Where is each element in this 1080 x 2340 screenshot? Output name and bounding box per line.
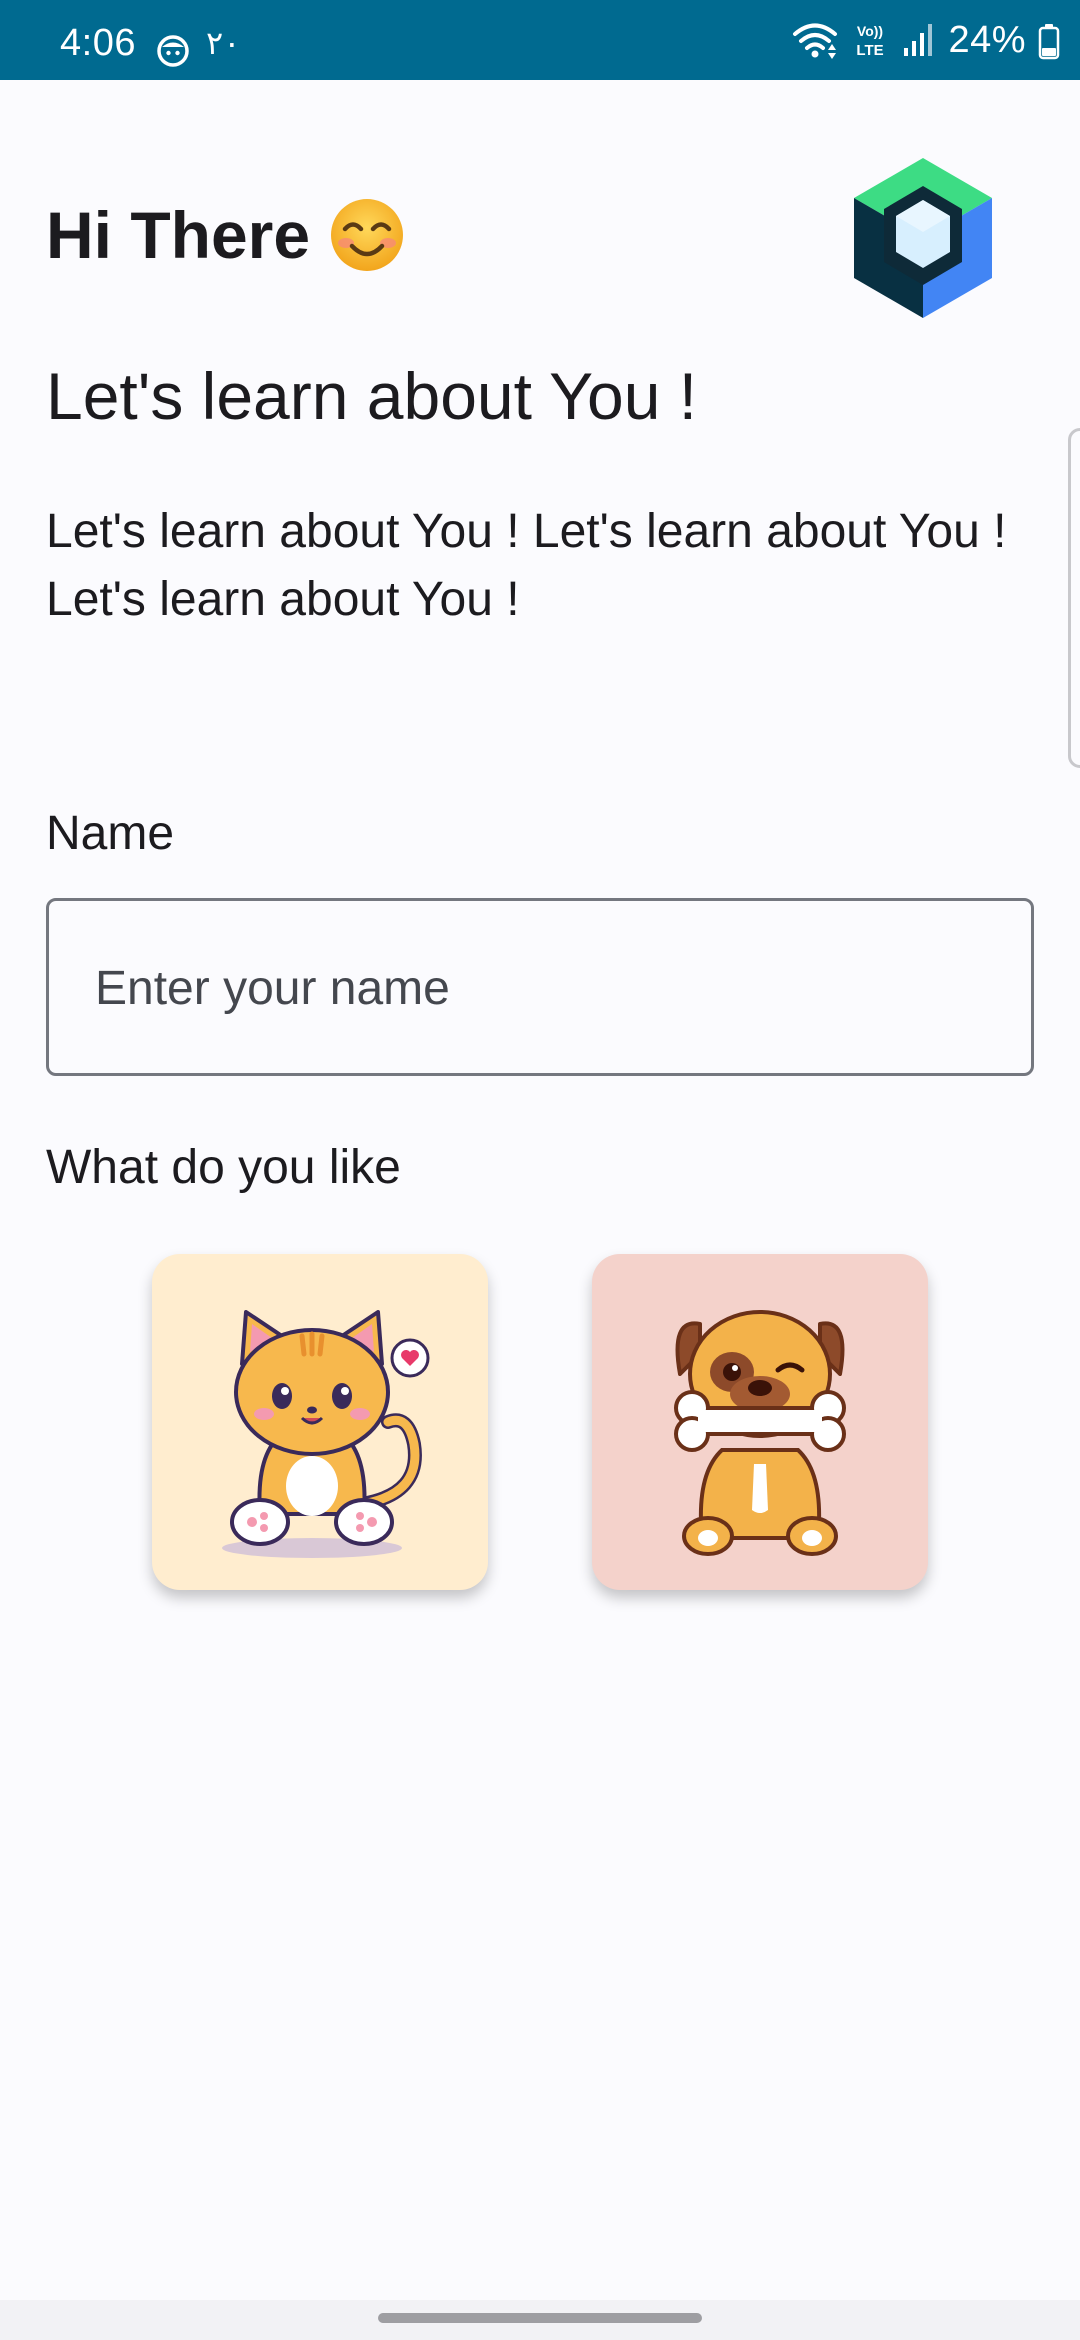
smiling-face-emoji-icon	[331, 199, 404, 271]
battery-percent: 24%	[948, 18, 1026, 61]
notification-face-icon	[157, 35, 189, 67]
cat-option-card[interactable]	[152, 1254, 488, 1590]
greeting-row: Hi There	[46, 196, 406, 274]
home-handle[interactable]	[378, 2313, 702, 2323]
svg-text:LTE: LTE	[857, 42, 884, 59]
name-label: Name	[46, 807, 175, 860]
status-bar: 4:06 ٢٠ Vo)) LTE 24%	[0, 0, 1080, 80]
headline: Let's learn about You !	[46, 359, 698, 433]
name-input[interactable]	[93, 901, 997, 1075]
name-field[interactable]	[46, 898, 1034, 1076]
status-right-group: Vo)) LTE 24%	[792, 18, 1060, 62]
greeting-text: Hi There	[46, 198, 311, 272]
notification-count: ٢٠	[206, 25, 241, 61]
svg-text:Vo)): Vo))	[857, 23, 883, 39]
volte-icon: Vo)) LTE	[857, 23, 884, 59]
status-time: 4:06	[60, 22, 136, 64]
edge-panel-handle[interactable]	[1068, 428, 1080, 768]
dog-option-card[interactable]	[592, 1254, 928, 1590]
dog-icon	[674, 1310, 846, 1556]
body-text: Let's learn about You ! Let's learn abou…	[46, 505, 1007, 626]
cat-icon	[222, 1310, 430, 1558]
compose-logo-icon	[854, 158, 992, 318]
battery-icon	[1038, 24, 1060, 60]
likes-label: What do you like	[46, 1141, 401, 1194]
wifi-icon	[793, 23, 838, 59]
signal-icon	[904, 24, 933, 56]
